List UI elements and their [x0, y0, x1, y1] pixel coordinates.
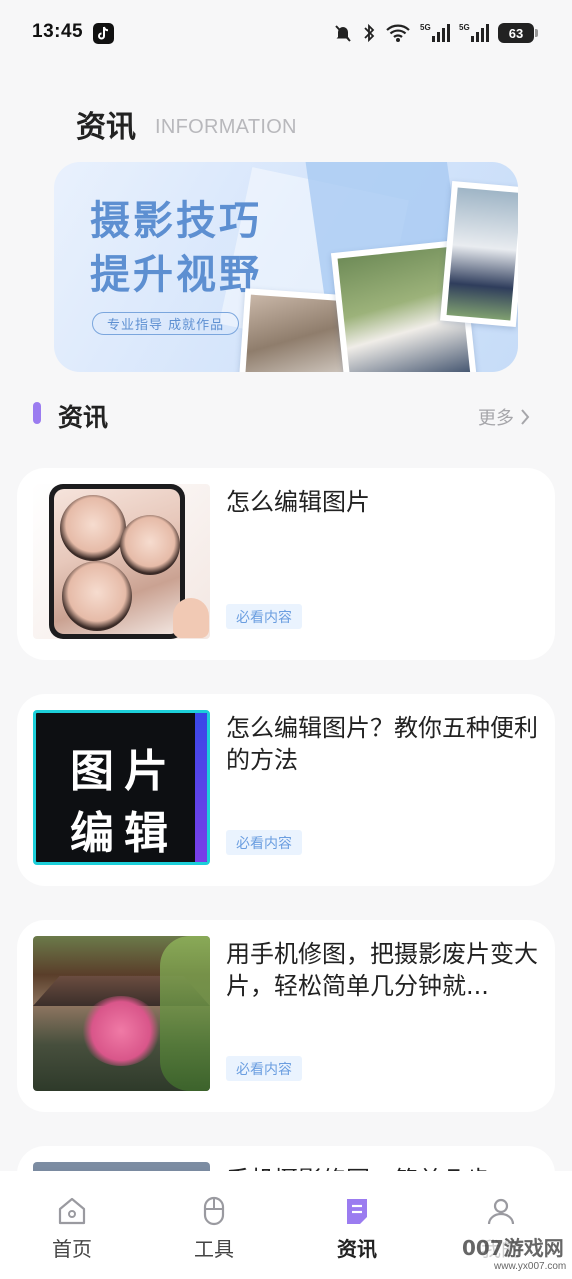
wifi-icon	[386, 24, 410, 42]
nav-news[interactable]: 资讯	[312, 1195, 402, 1262]
tiktok-icon	[93, 23, 114, 44]
banner[interactable]: 摄影技巧 提升视野 专业指导 成就作品	[54, 162, 518, 372]
nav-label: 首页	[52, 1237, 92, 1261]
page-subtitle: INFORMATION	[155, 116, 297, 138]
chevron-right-icon	[521, 409, 530, 425]
section-title: 资讯	[58, 403, 109, 432]
status-icons: 5G 5G 63	[333, 20, 538, 46]
nav-label: 资讯	[337, 1237, 377, 1261]
user-icon	[487, 1198, 515, 1225]
article-title: 用手机修图，把摄影废片变大片，轻松简单几分钟就...	[226, 940, 538, 1000]
nav-home[interactable]: 首页	[27, 1195, 117, 1262]
article-title: 怎么编辑图片？教你五种便利的方法	[226, 714, 538, 774]
article-card[interactable]: 怎么编辑图片 必看内容	[17, 468, 555, 660]
more-label: 更多	[478, 408, 514, 429]
home-icon	[58, 1197, 86, 1225]
banner-headline-1: 摄影技巧	[90, 197, 262, 244]
article-title: 怎么编辑图片	[226, 488, 370, 516]
svg-text:5G: 5G	[459, 23, 470, 32]
watermark: 007游戏网	[462, 1236, 564, 1260]
bottom-nav: 首页 工具 资讯 我的	[0, 1171, 572, 1279]
status-bar: 13:45 5G 5G 63	[0, 0, 572, 66]
article-tag: 必看内容	[226, 830, 302, 855]
document-icon	[347, 1199, 367, 1224]
mouse-icon	[203, 1196, 225, 1226]
battery-icon: 63	[498, 23, 538, 43]
article-tag: 必看内容	[226, 1056, 302, 1081]
section-accent-bar	[33, 402, 41, 424]
status-time: 13:45	[32, 21, 84, 42]
thumbnail-text: 编辑	[70, 808, 178, 859]
banner-photo	[440, 180, 518, 328]
article-thumbnail: 图片 编辑	[33, 710, 210, 865]
watermark-url: www.yx007.com	[494, 1261, 567, 1272]
banner-headline-2: 提升视野	[90, 251, 262, 298]
article-card[interactable]: 图片 编辑 怎么编辑图片？教你五种便利的方法 必看内容	[17, 694, 555, 886]
more-link[interactable]: 更多	[478, 404, 530, 430]
bell-muted-icon	[335, 25, 351, 42]
nav-tools[interactable]: 工具	[169, 1195, 259, 1262]
signal-5g-icon: 5G	[420, 23, 450, 42]
svg-text:5G: 5G	[420, 23, 431, 32]
article-thumbnail	[33, 936, 210, 1091]
bluetooth-icon	[364, 23, 375, 43]
article-thumbnail	[33, 484, 210, 639]
article-tag: 必看内容	[226, 604, 302, 629]
signal-5g-icon: 5G	[459, 23, 489, 42]
nav-label: 工具	[194, 1237, 234, 1261]
page-title: 资讯	[76, 110, 136, 145]
article-card[interactable]: 用手机修图，把摄影废片变大片，轻松简单几分钟就... 必看内容	[17, 920, 555, 1112]
banner-tagline: 专业指导 成就作品	[92, 312, 240, 335]
thumbnail-text: 图片	[70, 746, 178, 797]
